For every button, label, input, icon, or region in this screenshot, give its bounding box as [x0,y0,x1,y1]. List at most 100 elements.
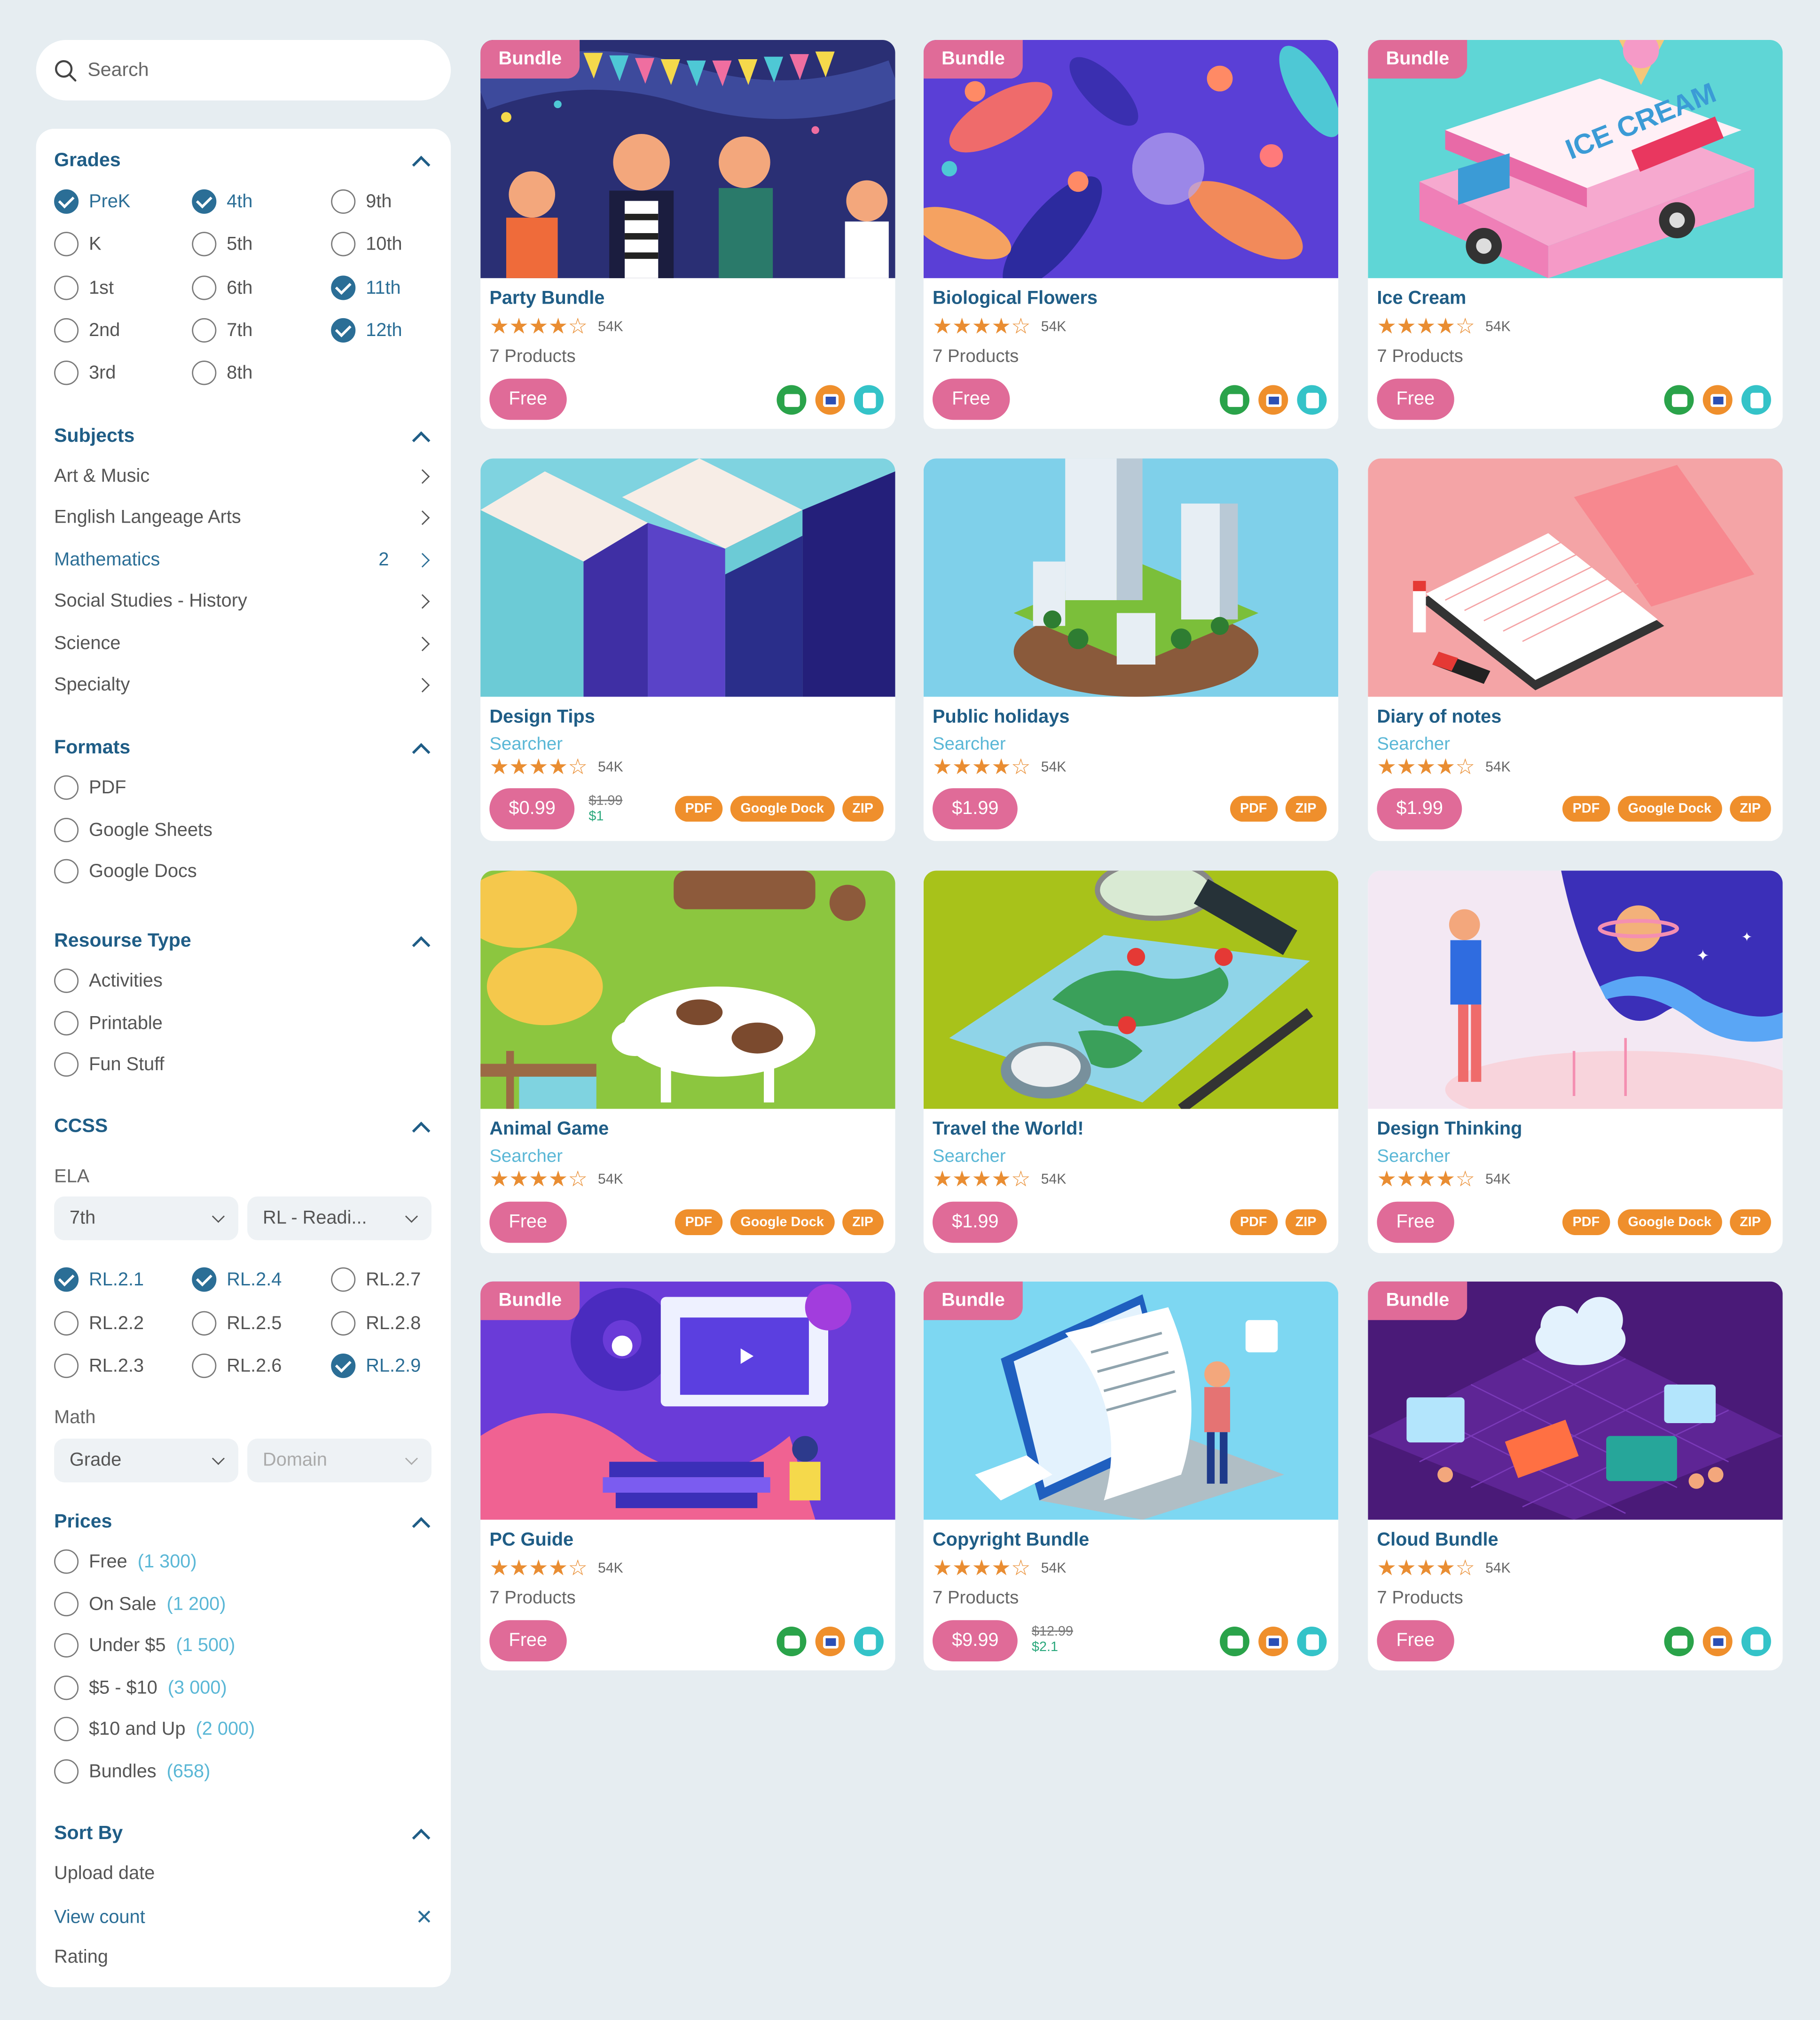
checkbox[interactable] [54,818,79,843]
price-button[interactable]: $1.99 [932,1201,1018,1243]
price-option[interactable]: Under $5 (1 500) [54,1633,235,1658]
ccss-option[interactable]: RL.2.4 [192,1267,282,1292]
grade-option[interactable]: PreK [54,189,130,214]
checkbox[interactable] [54,1011,79,1036]
product-card[interactable]: ICE CREAM Bundle Ice Cream ★★★★☆ 54K 7 Pr… [1368,39,1783,429]
math-grade-select[interactable]: Grade [54,1438,238,1483]
card-author[interactable]: Searcher [1377,733,1450,753]
subject-item[interactable]: Art & Music [54,466,433,487]
product-card[interactable]: Animal Game Searcher ★★★★☆ 54K Free PDF Go… [480,870,895,1253]
card-author[interactable]: Searcher [933,1145,1006,1166]
ccss-option[interactable]: RL.2.2 [54,1311,144,1336]
checkbox[interactable] [331,275,356,300]
checkbox[interactable] [192,360,217,385]
card-title[interactable]: Biological Flowers [933,289,1098,309]
price-button[interactable]: $1.99 [1377,788,1463,830]
math-domain-select[interactable]: Domain [247,1438,432,1483]
ela-grade-select[interactable]: 7th [54,1196,238,1240]
resource-option[interactable]: Printable [54,1011,163,1036]
ela-domain-select[interactable]: RL - Readi... [247,1196,432,1240]
search-bar[interactable]: Search [36,39,451,101]
checkbox[interactable] [331,318,356,343]
price-option[interactable]: On Sale (1 200) [54,1592,226,1617]
price-option[interactable]: $10 and Up (2 000) [54,1716,255,1741]
price-button[interactable]: Free [1377,378,1454,420]
search-input[interactable]: Search [87,59,149,81]
grade-option[interactable]: 4th [192,189,253,214]
card-title[interactable]: Travel the World! [933,1119,1084,1140]
product-card[interactable]: Design Tips Searcher ★★★★☆ 54K $0.99 $1.9… [480,458,895,841]
checkbox[interactable] [54,1759,79,1784]
resource-option[interactable]: Fun Stuff [54,1052,165,1077]
card-title[interactable]: PC Guide [489,1530,573,1550]
subject-item[interactable]: English Langeage Arts [54,508,433,528]
product-card[interactable]: Bundle PC Guide ★★★★☆ 54K 7 Products Free [480,1281,895,1671]
grade-option[interactable]: 11th [331,275,401,300]
grade-option[interactable]: 2nd [54,318,120,343]
checkbox[interactable] [54,1549,79,1574]
card-title[interactable]: Diary of notes [1377,707,1501,728]
price-option[interactable]: Bundles (658) [54,1759,210,1784]
price-button[interactable]: Free [1377,1201,1454,1243]
ccss-option[interactable]: RL.2.8 [331,1311,421,1336]
grade-option[interactable]: 6th [192,275,253,300]
grade-option[interactable]: 5th [192,232,253,257]
resource-option[interactable]: Activities [54,968,163,993]
product-card[interactable]: Bundle Copyright Bundle ★★★★☆ 54K 7 Produ… [923,1281,1339,1671]
checkbox[interactable] [54,1592,79,1617]
price-button[interactable]: $1.99 [932,788,1018,830]
card-title[interactable]: Ice Cream [1377,289,1466,309]
product-card[interactable]: Bundle Party Bundle ★★★★☆ 54K 7 Products … [480,39,895,429]
checkbox[interactable] [331,1267,356,1292]
format-option[interactable]: Google Docs [54,859,197,884]
ccss-option[interactable]: RL.2.3 [54,1354,144,1378]
card-author[interactable]: Searcher [489,733,563,753]
checkbox[interactable] [54,1354,79,1378]
grade-option[interactable]: 9th [331,189,392,214]
subject-item[interactable]: Mathematics 2 [54,550,433,571]
close-icon[interactable]: ✕ [416,1905,433,1931]
checkbox[interactable] [54,1267,79,1292]
prices-header[interactable]: Prices [54,1511,433,1535]
checkbox[interactable] [54,232,79,257]
product-card[interactable]: Bundle Cloud Bundle ★★★★☆ 54K 7 Products … [1368,1281,1783,1671]
grade-option[interactable]: 7th [192,318,253,343]
product-card[interactable]: Diary of notes Searcher ★★★★☆ 54K $1.99 P… [1368,458,1783,841]
checkbox[interactable] [54,275,79,300]
ccss-header[interactable]: CCSS [54,1115,433,1139]
subjects-header[interactable]: Subjects [54,425,433,449]
card-title[interactable]: Design Tips [489,707,595,728]
ccss-option[interactable]: RL.2.6 [192,1354,282,1378]
subject-item[interactable]: Specialty [54,675,433,696]
price-button[interactable]: Free [489,1201,567,1243]
price-option[interactable]: $5 - $10 (3 000) [54,1676,227,1700]
checkbox[interactable] [192,275,217,300]
formats-header[interactable]: Formats [54,736,433,761]
checkbox[interactable] [331,189,356,214]
checkbox[interactable] [54,1633,79,1658]
price-button[interactable]: $9.99 [932,1620,1018,1661]
grade-option[interactable]: 1st [54,275,114,300]
format-option[interactable]: Google Sheets [54,818,212,843]
checkbox[interactable] [331,232,356,257]
price-button[interactable]: Free [932,378,1010,420]
grade-option[interactable]: 3rd [54,360,116,385]
checkbox[interactable] [54,1311,79,1336]
checkbox[interactable] [192,1311,217,1336]
card-author[interactable]: Searcher [1377,1145,1450,1166]
card-author[interactable]: Searcher [933,733,1006,753]
checkbox[interactable] [54,1676,79,1700]
ccss-option[interactable]: RL.2.5 [192,1311,282,1336]
card-title[interactable]: Copyright Bundle [933,1530,1089,1550]
card-title[interactable]: Public holidays [933,707,1069,728]
grade-option[interactable]: 10th [331,232,402,257]
ccss-option[interactable]: RL.2.1 [54,1267,144,1292]
checkbox[interactable] [331,1311,356,1336]
resource-type-header[interactable]: Resourse Type [54,930,433,954]
price-button[interactable]: $0.99 [489,788,575,830]
grades-header[interactable]: Grades [54,149,433,173]
sort-option[interactable]: View count ✕ [54,1905,433,1931]
checkbox[interactable] [54,189,79,214]
checkbox[interactable] [54,1716,79,1741]
checkbox[interactable] [54,859,79,884]
